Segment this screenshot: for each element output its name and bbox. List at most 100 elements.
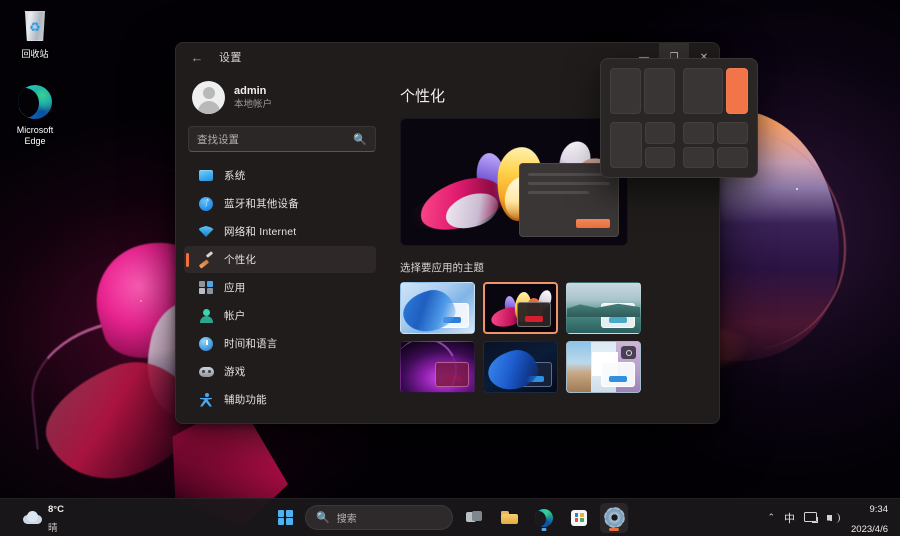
desktop[interactable]: ♻ 回收站 ↗ Microsoft Edge ← 设置 — ❐ ✕ admin …	[0, 0, 900, 536]
taskbar-app-task-view[interactable]	[460, 503, 488, 533]
edge-icon	[535, 508, 553, 527]
desktop-icon-label: Microsoft Edge	[16, 124, 54, 146]
gamepad-icon	[198, 364, 214, 380]
snap-cell[interactable]	[645, 122, 675, 144]
search-icon: 🔍	[316, 512, 330, 524]
person-icon	[198, 308, 214, 324]
snap-layout-option-two-equal[interactable]	[610, 68, 675, 114]
search-icon: 🔍	[353, 133, 367, 146]
sidebar-item-bluetooth[interactable]: ᛏ 蓝牙和其他设备	[184, 190, 376, 217]
sidebar-item-label: 蓝牙和其他设备	[224, 198, 299, 210]
taskbar-search-input[interactable]: 🔍 搜索	[305, 505, 453, 530]
accessibility-icon	[198, 392, 214, 408]
snap-cell[interactable]	[683, 68, 723, 114]
account-name: admin	[234, 84, 267, 97]
clock-globe-icon	[198, 336, 214, 352]
snap-cell[interactable]	[610, 68, 641, 114]
volume-icon[interactable]	[827, 512, 841, 524]
edge-icon: ↗	[2, 82, 68, 122]
taskbar-app-microsoft-store[interactable]	[565, 503, 593, 533]
paintbrush-icon	[198, 252, 214, 268]
taskbar: 8°C 晴 🔍 搜索 ⌃ 中 9:34 2023/4/6	[0, 498, 900, 536]
theme-option-6[interactable]	[566, 341, 641, 393]
settings-nav-list: 系统 ᛏ 蓝牙和其他设备 网络和 Internet 个性化 应用 帐户 时间和语…	[184, 162, 378, 423]
desktop-icon-label: 回收站	[21, 49, 49, 59]
sidebar-item-label: 个性化	[224, 254, 257, 266]
sidebar-item-accounts[interactable]: 帐户	[184, 302, 376, 329]
taskbar-app-file-explorer[interactable]	[495, 503, 523, 533]
account-type: 本地帐户	[234, 99, 273, 110]
system-tray: ⌃ 中 9:34 2023/4/6	[767, 498, 900, 536]
window-title: 设置	[219, 52, 242, 64]
store-icon	[571, 509, 587, 526]
sidebar-item-network[interactable]: 网络和 Internet	[184, 218, 376, 245]
sidebar-item-label: 网络和 Internet	[224, 226, 297, 238]
theme-option-2[interactable]	[483, 282, 558, 334]
gear-icon	[605, 509, 623, 526]
bluetooth-icon: ᛏ	[198, 196, 214, 212]
desktop-icon-recycle-bin[interactable]: ♻ 回收站	[2, 6, 68, 60]
apps-grid-icon	[198, 280, 214, 296]
sidebar-item-time-language[interactable]: 时间和语言	[184, 330, 376, 357]
taskbar-center-group: 🔍 搜索	[272, 502, 628, 533]
taskbar-search-placeholder: 搜索	[336, 514, 357, 525]
avatar	[192, 81, 225, 114]
theme-preview-card[interactable]	[400, 118, 628, 246]
sidebar-item-label: 应用	[224, 282, 246, 294]
clock[interactable]: 9:34 2023/4/6	[851, 498, 888, 536]
theme-option-5[interactable]	[483, 341, 558, 393]
settings-search-input[interactable]: 查找设置 🔍	[188, 126, 376, 152]
desktop-icon-microsoft-edge[interactable]: ↗ Microsoft Edge	[2, 82, 68, 147]
snap-cell-highlighted[interactable]	[726, 68, 748, 114]
monitor-icon	[198, 168, 214, 184]
theme-grid	[400, 282, 703, 393]
start-button[interactable]	[272, 504, 298, 532]
theme-option-1[interactable]	[400, 282, 475, 334]
weather-widget[interactable]: 8°C 晴	[16, 496, 71, 536]
sidebar-item-label: 辅助功能	[224, 394, 267, 406]
snap-cell[interactable]	[683, 146, 714, 168]
theme-option-3[interactable]	[566, 282, 641, 334]
snap-cell[interactable]	[683, 122, 714, 144]
folder-icon	[500, 511, 518, 524]
snap-layout-option-left-stack[interactable]	[610, 122, 675, 168]
cloud-icon	[23, 511, 42, 524]
network-icon[interactable]	[804, 512, 819, 523]
snap-layout-option-left-right[interactable]	[683, 68, 748, 114]
recycle-bin-icon: ♻	[2, 6, 68, 46]
sidebar-item-personalization[interactable]: 个性化	[184, 246, 376, 273]
search-placeholder: 查找设置	[197, 133, 239, 146]
sidebar-item-apps[interactable]: 应用	[184, 274, 376, 301]
sidebar-item-system[interactable]: 系统	[184, 162, 376, 189]
theme-section-label: 选择要应用的主题	[400, 262, 484, 274]
weather-temperature: 8°C	[48, 504, 64, 516]
snap-cell[interactable]	[610, 122, 642, 168]
sidebar-item-gaming[interactable]: 游戏	[184, 358, 376, 385]
weather-condition: 晴	[48, 522, 58, 534]
snap-cell[interactable]	[644, 68, 675, 114]
running-indicator	[541, 528, 547, 531]
clock-time: 9:34	[869, 503, 889, 515]
taskbar-app-microsoft-edge[interactable]	[530, 503, 558, 533]
desktop-icon-list: ♻ 回收站 ↗ Microsoft Edge	[0, 6, 70, 168]
sidebar-item-label: 游戏	[224, 366, 246, 378]
camera-icon	[621, 346, 636, 359]
back-button[interactable]: ←	[184, 46, 210, 68]
snap-cell[interactable]	[717, 122, 748, 144]
theme-option-4[interactable]	[400, 341, 475, 393]
sidebar-item-label: 系统	[224, 170, 246, 182]
taskbar-app-settings[interactable]	[600, 502, 628, 533]
sidebar-item-label: 时间和语言	[224, 338, 278, 350]
snap-cell[interactable]	[645, 146, 675, 168]
ime-indicator[interactable]: 中	[784, 510, 795, 526]
account-section[interactable]: admin 本地帐户	[184, 71, 378, 120]
wifi-icon	[198, 224, 214, 240]
sidebar-item-accessibility[interactable]: 辅助功能	[184, 386, 376, 413]
snap-cell[interactable]	[717, 146, 748, 168]
active-indicator	[609, 528, 619, 531]
show-hidden-icons-button[interactable]: ⌃	[767, 512, 775, 523]
snap-layouts-flyout[interactable]	[600, 58, 758, 178]
snap-layout-option-quad[interactable]	[683, 122, 748, 168]
windows-flag-icon	[277, 510, 293, 525]
preview-accent-button	[576, 219, 610, 228]
